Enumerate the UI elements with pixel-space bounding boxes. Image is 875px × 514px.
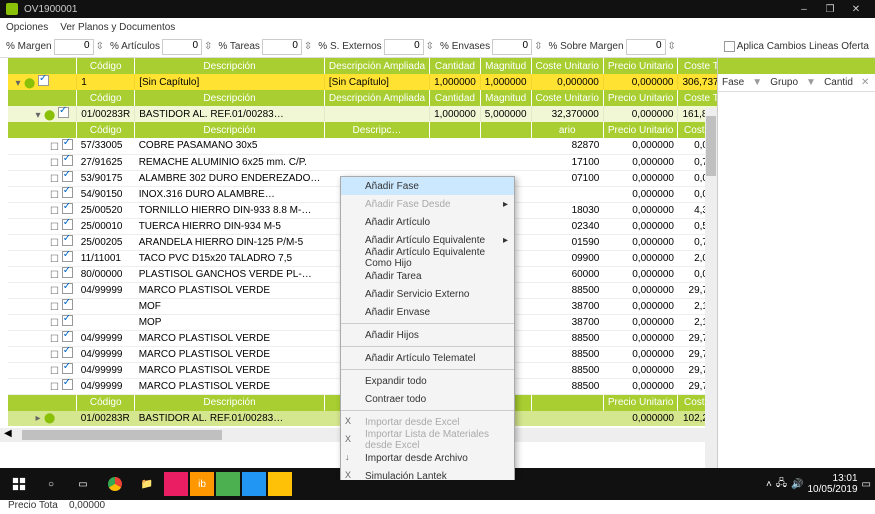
context-menu: Añadir FaseAñadir Fase Desde▸Añadir Artí… <box>340 176 515 480</box>
grid-area: CódigoDescripciónDescripción AmpliadaCan… <box>0 58 717 480</box>
menu-item[interactable]: Simulación LantekX <box>341 467 514 480</box>
table-row[interactable]: ☐ 27/91625REMACHE ALUMINIO 6x25 mm. C/P.… <box>8 154 717 170</box>
col-cantid[interactable]: Cantid <box>820 77 857 88</box>
toolbar: % Margen0⇳ % Artículos0⇳ % Tareas0⇳ % S.… <box>0 36 875 58</box>
tray-up-icon[interactable]: ˄ <box>766 479 772 490</box>
network-icon[interactable]: 🖧 <box>776 476 787 493</box>
menu-item[interactable]: Añadir Envase <box>341 303 514 321</box>
cortana-icon[interactable]: ○ <box>36 470 66 498</box>
lbl-margen: % Margen <box>6 41 52 52</box>
chrome-icon[interactable] <box>100 470 130 498</box>
menubar: Opciones Ver Planos y Documentos <box>0 18 875 36</box>
titlebar: OV1900001 – ❐ ✕ <box>0 0 875 18</box>
menu-opciones[interactable]: Opciones <box>6 22 48 33</box>
menu-item[interactable]: Importar desde Archivo↓ <box>341 449 514 467</box>
spin-icon[interactable]: ⇳ <box>96 41 104 52</box>
lbl-envases: % Envases <box>440 41 490 52</box>
explorer-icon[interactable]: 📁 <box>132 470 162 498</box>
chk-aplica[interactable] <box>724 41 735 52</box>
minimize-button[interactable]: – <box>791 4 817 15</box>
spin-icon[interactable]: ⇳ <box>534 41 542 52</box>
col-fase[interactable]: Fase <box>718 77 748 88</box>
menu-item: Importar Lista de Materiales desde Excel… <box>341 431 514 449</box>
menu-item[interactable]: Expandir todo <box>341 372 514 390</box>
lbl-articulos: % Artículos <box>110 41 160 52</box>
header-row-3: CódigoDescripciónDescripc…arioPrecio Uni… <box>8 122 717 138</box>
app3-icon[interactable] <box>216 472 240 496</box>
menu-item[interactable]: Contraer todo <box>341 390 514 408</box>
app5-icon[interactable] <box>268 472 292 496</box>
lbl-aplica: Aplica Cambios Lineas Oferta <box>737 41 869 52</box>
in-margen[interactable]: 0 <box>54 39 94 55</box>
in-sexternos[interactable]: 0 <box>384 39 424 55</box>
system-tray[interactable]: ˄ 🖧 🔊 13:01 10/05/2019 ▭ <box>766 473 871 495</box>
level1-row[interactable]: ▾⬤ 1[Sin Capítulo][Sin Capítulo]1,000000… <box>8 74 717 90</box>
volume-icon[interactable]: 🔊 <box>791 479 803 490</box>
table-row[interactable]: ☐ 57/33005COBRE PASAMANO 30x5828700,0000… <box>8 138 717 154</box>
col-grupo[interactable]: Grupo <box>766 77 802 88</box>
lbl-tareas: % Tareas <box>218 41 260 52</box>
filter-icon[interactable]: ▼ <box>802 77 820 88</box>
spin-icon[interactable]: ⇳ <box>304 41 312 52</box>
app2-icon[interactable]: ib <box>190 472 214 496</box>
in-sobremargen[interactable]: 0 <box>626 39 666 55</box>
menu-item[interactable]: Añadir Hijos <box>341 326 514 344</box>
menu-item: Añadir Fase Desde▸ <box>341 195 514 213</box>
app4-icon[interactable] <box>242 472 266 496</box>
app-icon <box>6 3 18 15</box>
filter-icon[interactable]: ▼ <box>748 77 766 88</box>
app1-icon[interactable] <box>164 472 188 496</box>
close-button[interactable]: ✕ <box>843 4 869 15</box>
menu-item[interactable]: Añadir Servicio Externo <box>341 285 514 303</box>
notifications-icon[interactable]: ▭ <box>862 479 871 490</box>
header-row: CódigoDescripciónDescripción AmpliadaCan… <box>8 58 717 74</box>
close-icon[interactable]: ✕ <box>857 77 875 88</box>
spin-icon[interactable]: ⇳ <box>204 41 212 52</box>
side-panel: Fase▼ Grupo▼ Cantid✕ <box>717 58 875 480</box>
spin-icon[interactable]: ⇳ <box>668 41 676 52</box>
scrollbar-vertical[interactable] <box>705 108 717 480</box>
in-tareas[interactable]: 0 <box>262 39 302 55</box>
level2-row[interactable]: ▾⬤ 01/00283RBASTIDOR AL. REF.01/00283…1,… <box>8 106 717 122</box>
clock-time: 13:01 <box>807 473 857 484</box>
lbl-sexternos: % S. Externos <box>318 41 381 52</box>
header-row-2: CódigoDescripciónDescripción AmpliadaCan… <box>8 90 717 106</box>
menu-verplanos[interactable]: Ver Planos y Documentos <box>60 22 175 33</box>
in-envases[interactable]: 0 <box>492 39 532 55</box>
maximize-button[interactable]: ❐ <box>817 4 843 15</box>
start-button[interactable] <box>4 470 34 498</box>
menu-item[interactable]: Añadir Fase <box>341 177 514 195</box>
lbl-sobremargen: % Sobre Margen <box>548 41 623 52</box>
clock-date: 10/05/2019 <box>807 484 857 495</box>
statusbar-2: Precio Tota 0,00000 <box>0 500 875 514</box>
in-articulos[interactable]: 0 <box>162 39 202 55</box>
taskview-icon[interactable]: ▭ <box>68 470 98 498</box>
menu-item[interactable]: Añadir Artículo <box>341 213 514 231</box>
window-title: OV1900001 <box>24 4 791 15</box>
menu-item[interactable]: Añadir Tarea <box>341 267 514 285</box>
menu-item[interactable]: Añadir Artículo Equivalente Como Hijo <box>341 249 514 267</box>
spin-icon[interactable]: ⇳ <box>426 41 434 52</box>
menu-item[interactable]: Añadir Artículo Telematel <box>341 349 514 367</box>
